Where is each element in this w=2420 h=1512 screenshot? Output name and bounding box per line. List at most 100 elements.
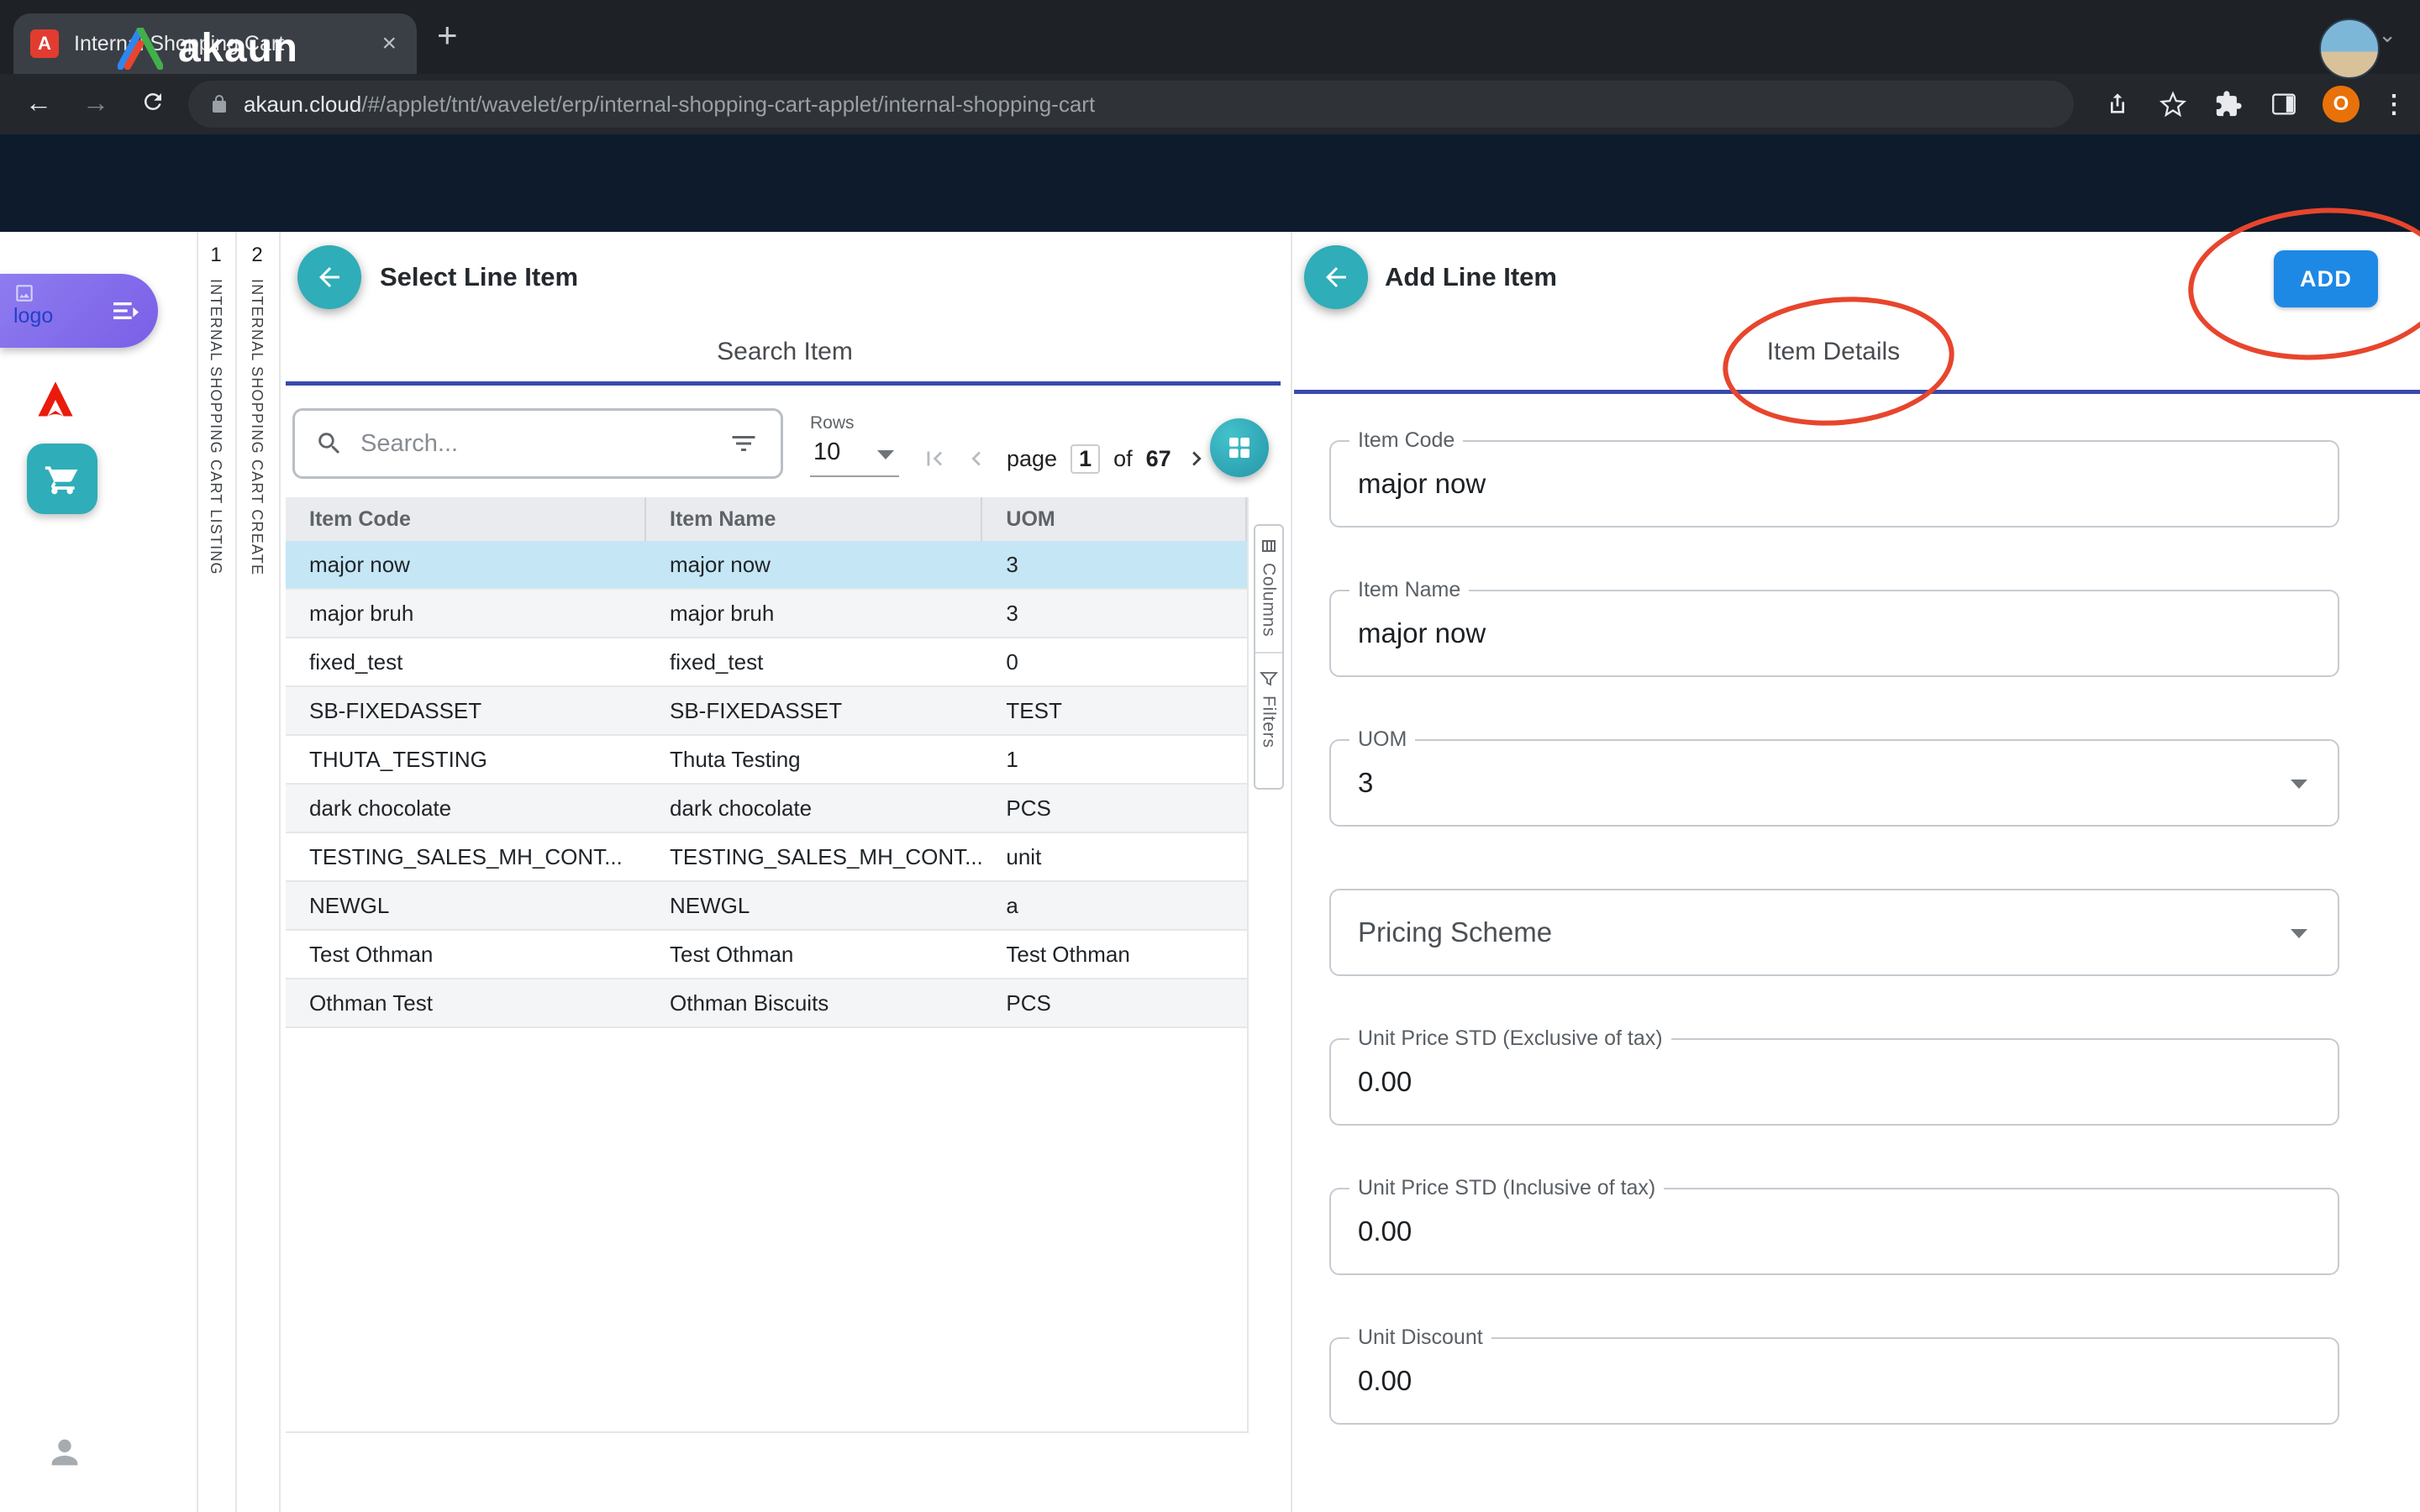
- table-row[interactable]: SB-FIXEDASSET SB-FIXEDASSET TEST: [286, 687, 1247, 736]
- table-row[interactable]: fixed_test fixed_test 0: [286, 638, 1247, 687]
- arrow-back-icon: [1321, 262, 1351, 292]
- cell-uom: a: [982, 882, 1247, 929]
- pagination: page 1 of 67: [918, 440, 1255, 477]
- annotation-ellipse-item-details: [1718, 287, 1960, 434]
- rows-per-page-value[interactable]: 10: [813, 438, 840, 466]
- cell-item-code: major bruh: [286, 590, 646, 637]
- table-row[interactable]: Test Othman Test Othman Test Othman: [286, 931, 1247, 979]
- broken-image-icon: [13, 282, 35, 304]
- cell-item-name: TESTING_SALES_MH_CONT...: [646, 833, 982, 880]
- user-icon[interactable]: [45, 1433, 84, 1478]
- cell-item-code: dark chocolate: [286, 785, 646, 832]
- sidebar-logo-pill[interactable]: logo: [0, 274, 158, 348]
- search-input[interactable]: [357, 428, 713, 459]
- table-scrollbar[interactable]: [1247, 497, 1249, 1431]
- cell-item-name: Thuta Testing: [646, 736, 982, 783]
- cell-item-code: fixed_test: [286, 638, 646, 685]
- filters-tool[interactable]: Filters: [1260, 696, 1278, 748]
- cell-item-name: dark chocolate: [646, 785, 982, 832]
- sidebar-tab-1-number[interactable]: 1: [197, 244, 235, 267]
- sidebar-tab-1-label[interactable]: INTERNAL SHOPPING CART LISTING: [197, 279, 235, 575]
- extensions-icon[interactable]: [2212, 87, 2245, 121]
- table-row[interactable]: THUTA_TESTING Thuta Testing 1: [286, 736, 1247, 785]
- cell-uom: TEST: [982, 687, 1247, 734]
- item-code-value: major now: [1358, 442, 1486, 526]
- tabcol-divider-2: [279, 232, 281, 1512]
- shopping-cart-button[interactable]: [27, 444, 97, 514]
- pricing-scheme-placeholder: Pricing Scheme: [1358, 890, 1552, 974]
- sidebar-tab-2-label[interactable]: INTERNAL SHOPPING CART CREATE: [235, 279, 279, 575]
- table-row[interactable]: TESTING_SALES_MH_CONT... TESTING_SALES_M…: [286, 833, 1247, 882]
- back-button[interactable]: ←: [20, 87, 57, 118]
- cell-item-code: Test Othman: [286, 931, 646, 978]
- table-row[interactable]: dark chocolate dark chocolate PCS: [286, 785, 1247, 833]
- add-line-item-back-button[interactable]: [1304, 245, 1368, 309]
- menu-kebab-icon[interactable]: ⋮: [2381, 90, 2407, 119]
- grid-view-button[interactable]: [1210, 418, 1269, 477]
- forward-button[interactable]: →: [77, 87, 114, 118]
- uom-select-caret-icon[interactable]: [2291, 780, 2307, 789]
- item-code-field[interactable]: Item Code major now: [1329, 440, 2339, 528]
- cell-item-code: major now: [286, 541, 646, 588]
- pdf-export-button[interactable]: [34, 378, 77, 428]
- menu-open-icon[interactable]: [109, 294, 143, 334]
- columns-tool[interactable]: Columns: [1260, 563, 1278, 637]
- column-header-item-name[interactable]: Item Name: [646, 497, 982, 541]
- arrow-back-icon: [314, 262, 345, 292]
- sidebar-tab-2-number[interactable]: 2: [235, 244, 279, 267]
- address-bar[interactable]: akaun.cloud/#/applet/tnt/wavelet/erp/int…: [188, 81, 2074, 128]
- column-header-item-code[interactable]: Item Code: [286, 497, 646, 541]
- column-header-uom[interactable]: UOM: [982, 497, 1247, 541]
- brand-logo: akaun: [118, 25, 298, 71]
- columns-icon[interactable]: [1259, 536, 1279, 556]
- page-number-input[interactable]: 1: [1071, 444, 1100, 474]
- cell-item-name: Test Othman: [646, 931, 982, 978]
- pricing-scheme-field[interactable]: Pricing Scheme: [1329, 889, 2339, 976]
- rows-select-underline: [810, 475, 899, 477]
- pricing-scheme-caret-icon[interactable]: [2291, 929, 2307, 938]
- unit-price-exclusive-field[interactable]: Unit Price STD (Exclusive of tax) 0.00: [1329, 1038, 2339, 1126]
- of-word: of: [1113, 446, 1133, 472]
- cell-item-code: Othman Test: [286, 979, 646, 1026]
- tab-close-icon[interactable]: ×: [378, 29, 400, 58]
- filters-icon[interactable]: [1259, 669, 1279, 689]
- next-page-icon[interactable]: [1180, 442, 1213, 475]
- table-row[interactable]: NEWGL NEWGL a: [286, 882, 1247, 931]
- rows-select-caret-icon[interactable]: [877, 450, 894, 459]
- cart-icon: [44, 460, 81, 497]
- prev-page-icon[interactable]: [960, 442, 993, 475]
- pdf-icon: [34, 378, 77, 422]
- share-icon[interactable]: [2101, 87, 2134, 121]
- side-panel-icon[interactable]: [2267, 87, 2301, 121]
- apps-grid-icon: [1226, 434, 1253, 461]
- table-row[interactable]: major bruh major bruh 3: [286, 590, 1247, 638]
- filter-list-icon[interactable]: [727, 427, 760, 460]
- cell-uom: Test Othman: [982, 931, 1247, 978]
- tab-search-item[interactable]: Search Item: [279, 338, 1291, 366]
- cell-uom: PCS: [982, 785, 1247, 832]
- unit-discount-field[interactable]: Unit Discount 0.00: [1329, 1337, 2339, 1425]
- reload-button[interactable]: [134, 89, 171, 121]
- cell-item-name: major now: [646, 541, 982, 588]
- profile-avatar[interactable]: O: [2323, 86, 2360, 123]
- unit-price-inclusive-field[interactable]: Unit Price STD (Inclusive of tax) 0.00: [1329, 1188, 2339, 1275]
- table-row[interactable]: major now major now 3: [286, 541, 1247, 590]
- item-name-field[interactable]: Item Name major now: [1329, 590, 2339, 677]
- cell-uom: unit: [982, 833, 1247, 880]
- table-bottom-border: [286, 1431, 1249, 1433]
- tab-search-chevron-icon[interactable]: ⌄: [2378, 22, 2396, 48]
- unit-discount-value: 0.00: [1358, 1339, 1412, 1423]
- cell-item-name: Othman Biscuits: [646, 979, 982, 1026]
- search-box[interactable]: [292, 408, 783, 479]
- user-photo-avatar[interactable]: [2319, 18, 2380, 79]
- uom-field[interactable]: UOM 3: [1329, 739, 2339, 827]
- search-icon: [315, 427, 344, 460]
- table-side-tools: Columns Filters: [1254, 524, 1284, 790]
- first-page-icon[interactable]: [918, 442, 951, 475]
- select-line-item-back-button[interactable]: [297, 245, 361, 309]
- url-domain: akaun.cloud: [244, 92, 361, 117]
- table-row[interactable]: Othman Test Othman Biscuits PCS: [286, 979, 1247, 1028]
- new-tab-button[interactable]: +: [437, 15, 458, 55]
- bookmark-star-icon[interactable]: [2156, 87, 2190, 121]
- cell-uom: 0: [982, 638, 1247, 685]
